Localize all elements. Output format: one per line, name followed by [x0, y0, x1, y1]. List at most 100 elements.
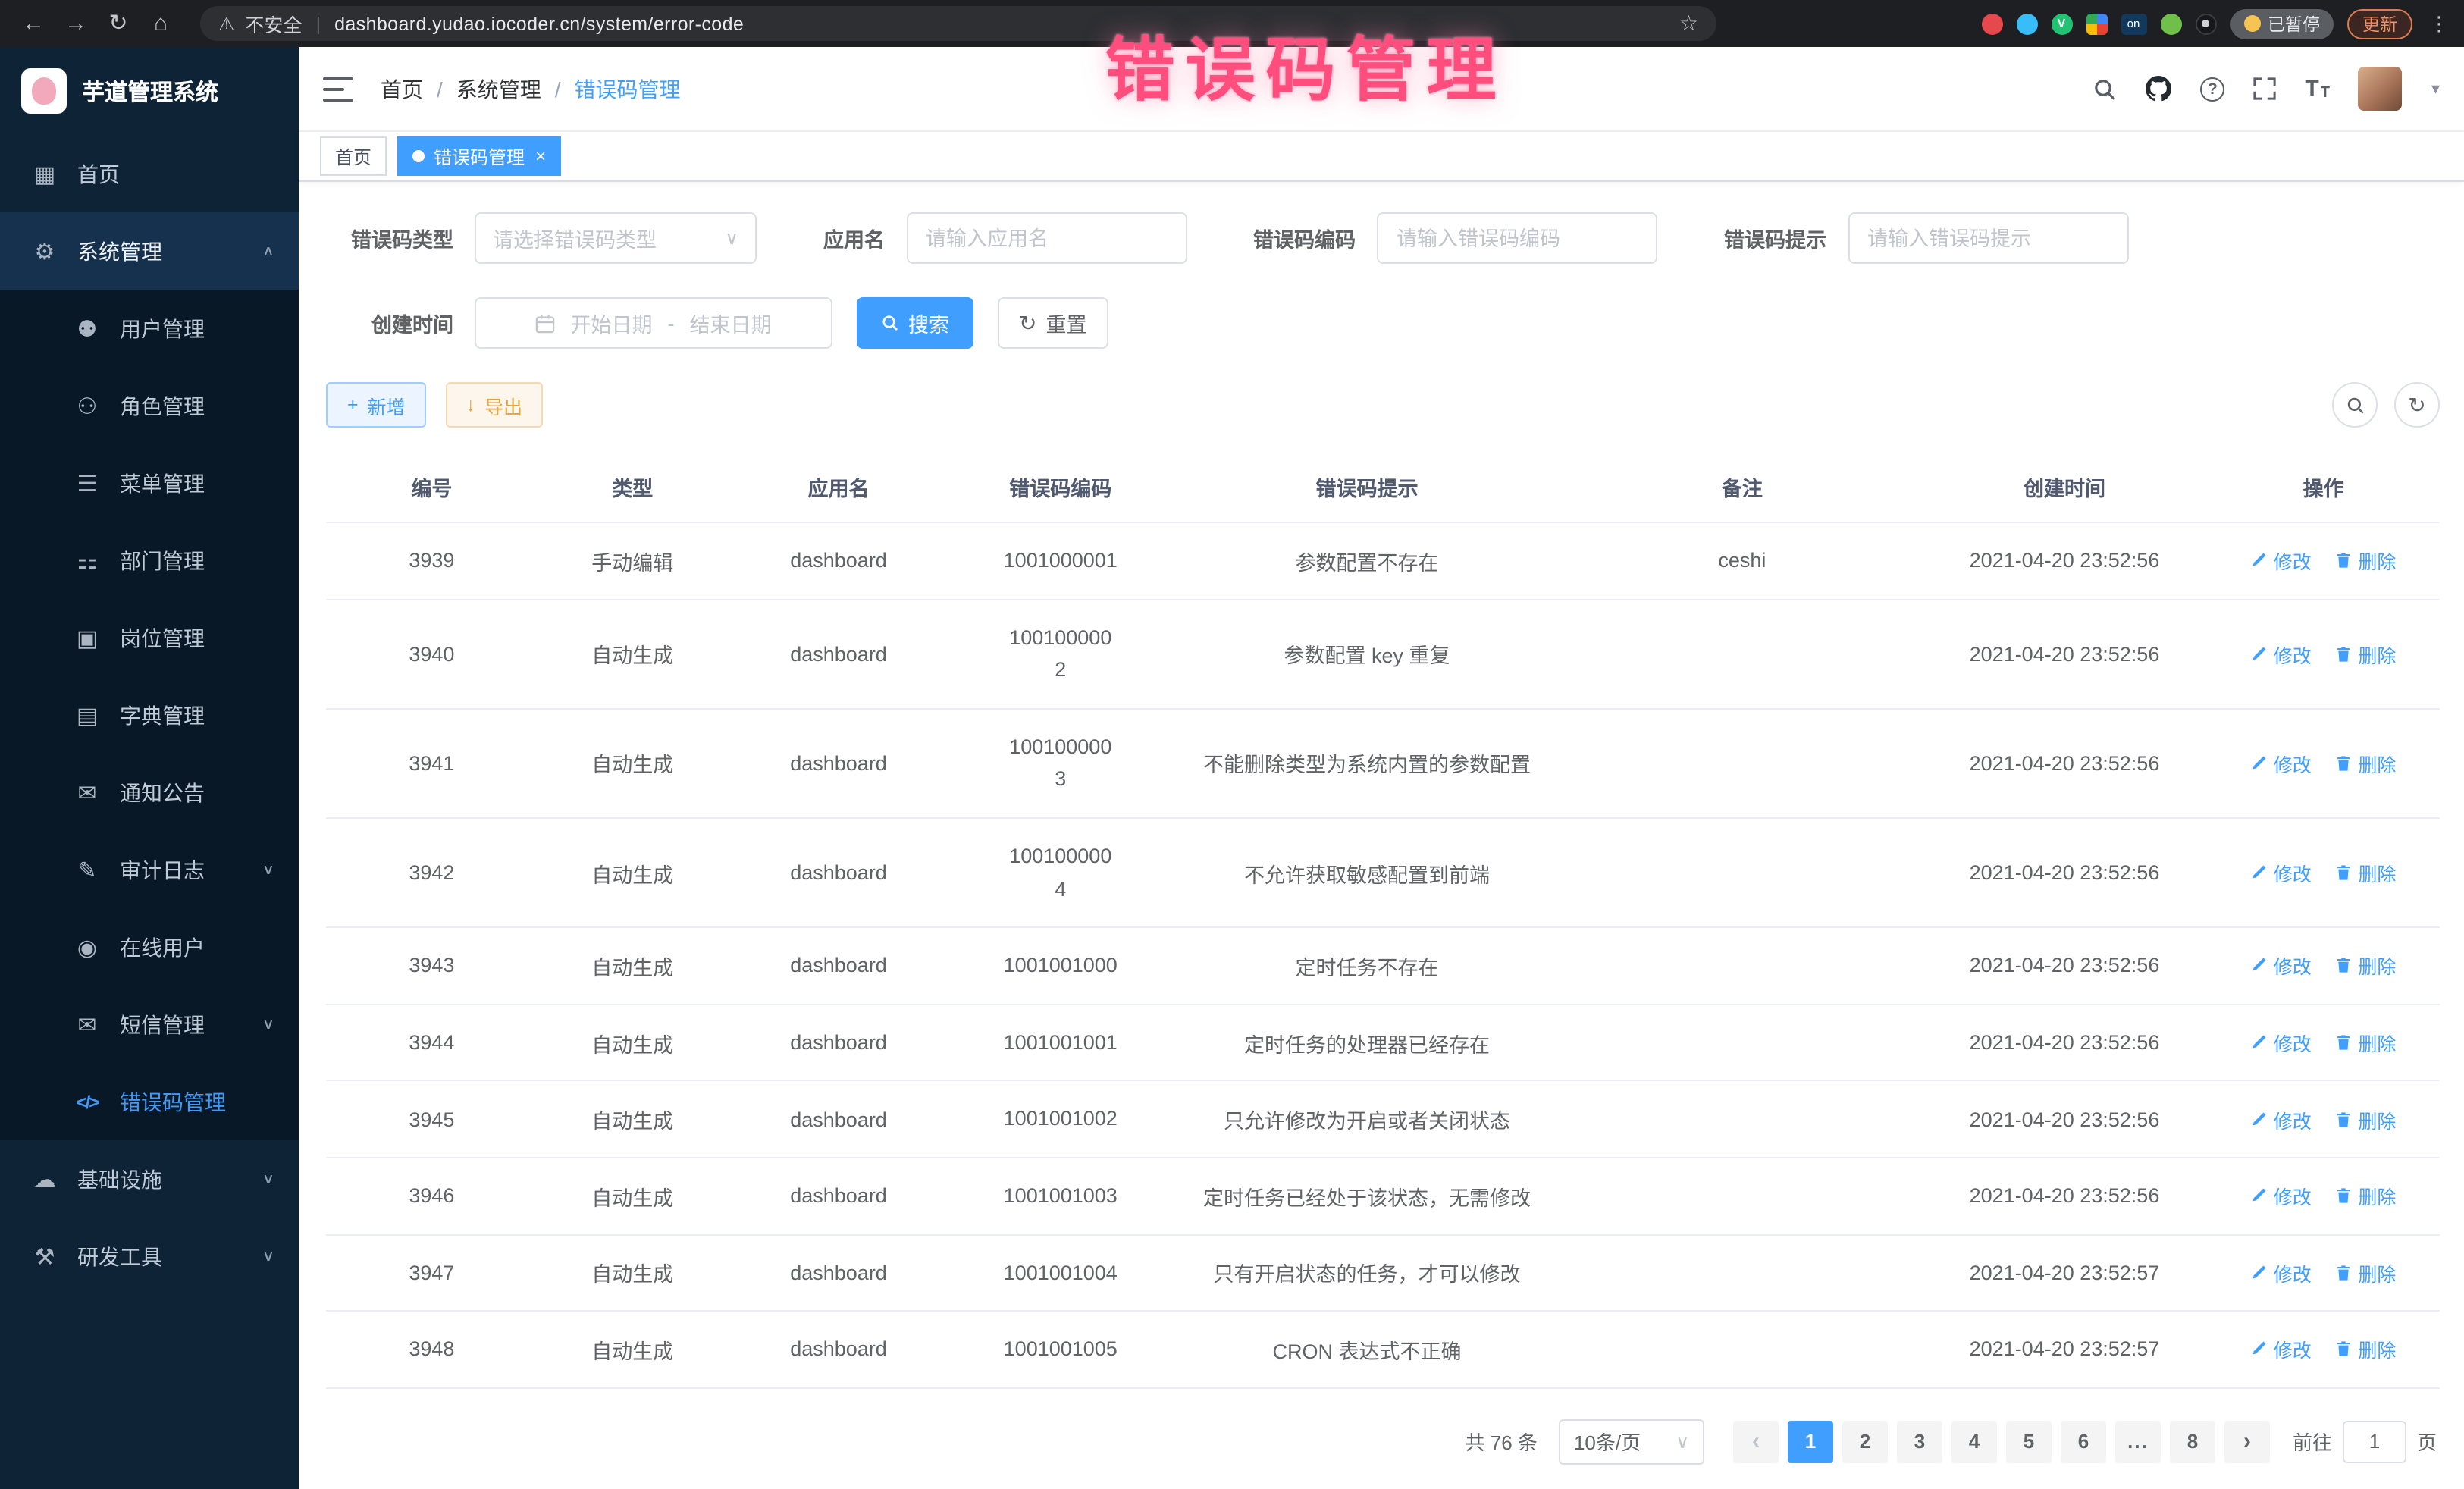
- date-range-picker[interactable]: 开始日期 - 结束日期: [475, 297, 832, 349]
- reload-icon[interactable]: ↻: [100, 0, 136, 47]
- sidebar-item-sms-management[interactable]: ✉ 短信管理 ∨: [0, 986, 299, 1063]
- sidebar-item-menu-management[interactable]: ☰ 菜单管理: [0, 444, 299, 522]
- edit-link[interactable]: 修改: [2251, 951, 2312, 980]
- paused-badge[interactable]: 已暂停: [2230, 8, 2334, 39]
- delete-link[interactable]: 删除: [2335, 858, 2396, 887]
- pager-page-8[interactable]: 8: [2170, 1420, 2215, 1462]
- edit-link[interactable]: 修改: [2251, 749, 2312, 778]
- pager-next-button[interactable]: ›: [2224, 1420, 2270, 1462]
- extension-icon-on[interactable]: on: [2121, 13, 2146, 34]
- sidebar-item-system-management[interactable]: ⚙ 系统管理 ∧: [0, 212, 299, 290]
- pager-page-5[interactable]: 5: [2006, 1420, 2052, 1462]
- edit-link[interactable]: 修改: [2251, 547, 2312, 575]
- extension-icon-red[interactable]: [1981, 13, 2002, 34]
- sidebar-item-error-code-management[interactable]: </> 错误码管理: [0, 1063, 299, 1140]
- cell-actions: 修改 删除: [2207, 599, 2440, 708]
- pager-page-1[interactable]: 1: [1788, 1420, 1833, 1462]
- edit-link[interactable]: 修改: [2251, 1181, 2312, 1210]
- plus-icon: +: [347, 394, 359, 415]
- sidebar-item-infrastructure[interactable]: ☁ 基础设施 ∨: [0, 1140, 299, 1218]
- extension-icon-leaf[interactable]: [2160, 13, 2181, 34]
- pager-prev-button[interactable]: ‹: [1733, 1420, 1779, 1462]
- goto-page-input[interactable]: [2343, 1420, 2406, 1462]
- error-hint-input[interactable]: [1848, 212, 2128, 264]
- edit-link[interactable]: 修改: [2251, 1259, 2312, 1287]
- delete-link[interactable]: 删除: [2335, 1335, 2396, 1364]
- delete-link[interactable]: 删除: [2335, 1105, 2396, 1133]
- sidebar-item-dev-tools[interactable]: ⚒ 研发工具 ∨: [0, 1218, 299, 1295]
- delete-link[interactable]: 删除: [2335, 951, 2396, 980]
- sidebar-item-dept-management[interactable]: ⚏ 部门管理: [0, 522, 299, 599]
- add-button[interactable]: + 新增: [326, 382, 427, 428]
- sidebar-item-role-management[interactable]: ⚇ 角色管理: [0, 367, 299, 444]
- error-type-select[interactable]: 请选择错误码类型 ∨: [475, 212, 757, 264]
- avatar[interactable]: [2359, 67, 2403, 111]
- font-size-icon[interactable]: TT: [2305, 76, 2330, 102]
- reset-button[interactable]: ↻ 重置: [998, 297, 1108, 349]
- sidebar-item-notice[interactable]: ✉ 通知公告: [0, 754, 299, 831]
- sidebar: 芋道管理系统 ▦ 首页 ⚙ 系统管理 ∧ ⚉ 用户管理: [0, 47, 299, 1489]
- export-button[interactable]: ↓ 导出: [447, 382, 543, 428]
- back-icon[interactable]: ←: [15, 0, 52, 47]
- forward-icon[interactable]: →: [58, 0, 94, 47]
- cell-hint: 参数配置不存在: [1171, 522, 1563, 599]
- edit-link[interactable]: 修改: [2251, 858, 2312, 887]
- sidebar-item-home[interactable]: ▦ 首页: [0, 135, 299, 212]
- error-code-input[interactable]: [1377, 212, 1657, 264]
- tab-label: 错误码管理: [434, 143, 525, 169]
- refresh-table-button[interactable]: ↻: [2394, 382, 2440, 428]
- edit-link[interactable]: 修改: [2251, 1028, 2312, 1057]
- add-button-label: 新增: [368, 390, 406, 419]
- pager-page-3[interactable]: 3: [1897, 1420, 1942, 1462]
- breadcrumb-home[interactable]: 首页: [381, 74, 423, 104]
- sidebar-item-online-users[interactable]: ◉ 在线用户: [0, 908, 299, 986]
- hamburger-icon[interactable]: [323, 77, 353, 101]
- cell-type: 自动生成: [538, 1311, 728, 1387]
- avatar-caret-icon[interactable]: ▾: [2431, 79, 2440, 99]
- tab-home[interactable]: 首页: [320, 136, 387, 176]
- cell-type: 自动生成: [538, 818, 728, 927]
- update-button[interactable]: 更新: [2347, 8, 2412, 39]
- download-icon: ↓: [466, 394, 476, 415]
- pager-page-6[interactable]: 6: [2061, 1420, 2106, 1462]
- sidebar-item-audit-log[interactable]: ✎ 审计日志 ∨: [0, 831, 299, 908]
- edit-link[interactable]: 修改: [2251, 1105, 2312, 1133]
- cell-remark: [1563, 1005, 1922, 1081]
- extension-icon-v[interactable]: V: [2051, 13, 2072, 34]
- delete-link[interactable]: 删除: [2335, 749, 2396, 778]
- sidebar-item-post-management[interactable]: ▣ 岗位管理: [0, 599, 299, 676]
- col-created: 创建时间: [1922, 452, 2207, 522]
- delete-link[interactable]: 删除: [2335, 1259, 2396, 1287]
- page-size-select[interactable]: 10条/页 ∨: [1559, 1418, 1704, 1464]
- search-button[interactable]: 搜索: [857, 297, 973, 349]
- tab-error-code-management[interactable]: 错误码管理 ×: [397, 136, 561, 176]
- app-name-input[interactable]: [906, 212, 1187, 264]
- delete-link[interactable]: 删除: [2335, 639, 2396, 668]
- breadcrumb-system[interactable]: 系统管理: [456, 74, 541, 104]
- extension-icon-teal[interactable]: [2016, 13, 2037, 34]
- close-icon[interactable]: ×: [535, 147, 546, 165]
- delete-link[interactable]: 删除: [2335, 1181, 2396, 1210]
- browser-home-icon[interactable]: ⌂: [143, 0, 179, 47]
- sidebar-item-user-management[interactable]: ⚉ 用户管理: [0, 290, 299, 367]
- pinned-extension-icon[interactable]: [2195, 13, 2216, 34]
- bookmark-star-icon[interactable]: ☆: [1679, 11, 1698, 36]
- sidebar-item-dict-management[interactable]: ▤ 字典管理: [0, 676, 299, 754]
- pager-page-2[interactable]: 2: [1842, 1420, 1888, 1462]
- pager-ellipsis[interactable]: ...: [2115, 1420, 2161, 1462]
- pager-page-4[interactable]: 4: [1951, 1420, 1997, 1462]
- edit-link[interactable]: 修改: [2251, 639, 2312, 668]
- sidebar-logo[interactable]: 芋道管理系统: [0, 47, 299, 135]
- delete-link[interactable]: 删除: [2335, 547, 2396, 575]
- cell-created: 2021-04-20 23:52:56: [1922, 709, 2207, 818]
- search-icon[interactable]: [2093, 77, 2117, 101]
- show-search-toggle-button[interactable]: [2332, 382, 2378, 428]
- delete-link[interactable]: 删除: [2335, 1028, 2396, 1057]
- github-icon[interactable]: [2146, 76, 2171, 102]
- infrastructure-icon: ☁: [30, 1165, 59, 1193]
- browser-menu-icon[interactable]: ⋮: [2429, 11, 2449, 36]
- fullscreen-icon[interactable]: [2253, 77, 2276, 100]
- help-icon[interactable]: ?: [2200, 77, 2224, 101]
- extension-icon-grid[interactable]: [2086, 13, 2107, 34]
- edit-link[interactable]: 修改: [2251, 1335, 2312, 1364]
